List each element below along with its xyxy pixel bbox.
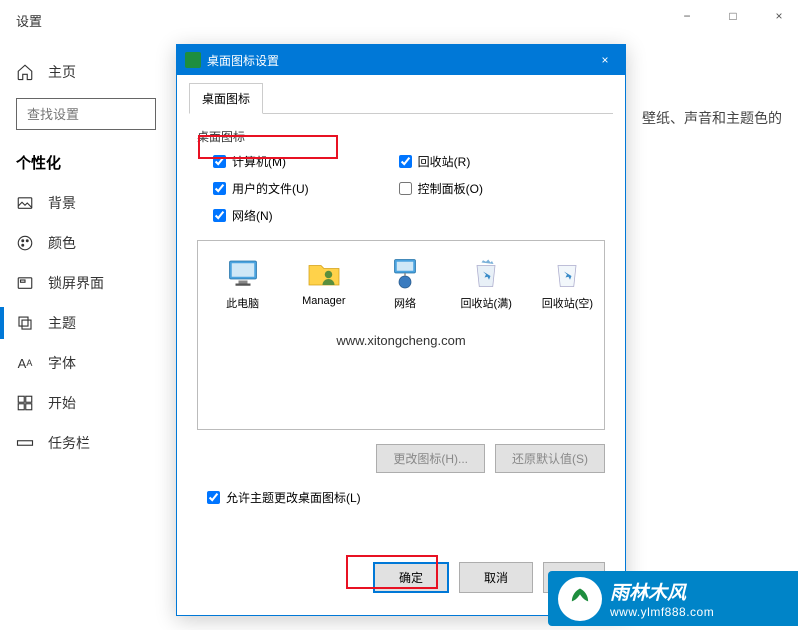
home-label: 主页 (48, 62, 76, 82)
checkbox-controlpanel-input[interactable] (399, 182, 412, 195)
content-text: 壁纸、声音和主题色的 (642, 108, 782, 128)
image-icon (16, 194, 34, 212)
dialog-title: 桌面图标设置 (207, 52, 279, 69)
logo-url-text: www.ylmf888.com (610, 605, 714, 619)
minimize-button[interactable]: − (664, 0, 710, 32)
logo-leaf-icon (558, 577, 602, 621)
home-icon (16, 63, 34, 81)
checkbox-controlpanel[interactable]: 控制面板(O) (399, 180, 483, 197)
checkbox-network[interactable]: 网络(N) (213, 207, 309, 224)
cancel-button[interactable]: 取消 (459, 562, 533, 593)
recyclebin-empty-icon (549, 255, 585, 291)
computer-icon (225, 255, 261, 291)
settings-titlebar: 设置 − □ × (0, 0, 802, 40)
folder-user-icon (306, 255, 342, 291)
checkbox-label: 网络(N) (232, 207, 273, 224)
maximize-button[interactable]: □ (710, 0, 756, 32)
taskbar-icon (16, 434, 34, 452)
lockscreen-icon (16, 274, 34, 292)
section-title: 个性化 (0, 146, 170, 183)
sidebar-item-label: 锁屏界面 (48, 273, 104, 293)
checkbox-network-input[interactable] (213, 209, 226, 222)
icon-recyclebin-empty[interactable]: 回收站(空) (539, 255, 596, 311)
checkbox-userfiles-input[interactable] (213, 182, 226, 195)
dialog-close-button[interactable]: × (585, 45, 625, 75)
icon-label: 回收站(空) (542, 295, 593, 311)
titlebar-controls: − □ × (664, 0, 802, 32)
icon-label: 此电脑 (226, 295, 259, 311)
checkbox-label: 用户的文件(U) (232, 180, 309, 197)
group-label: 桌面图标 (197, 128, 605, 145)
close-button[interactable]: × (756, 0, 802, 32)
checkbox-recyclebin-input[interactable] (399, 155, 412, 168)
sidebar-item-start[interactable]: 开始 (0, 383, 170, 423)
icon-label: 网络 (394, 295, 416, 311)
icon-this-pc[interactable]: 此电脑 (214, 255, 271, 311)
tab-desktop-icons[interactable]: 桌面图标 (189, 83, 263, 114)
checkbox-recyclebin[interactable]: 回收站(R) (399, 153, 483, 170)
settings-title: 设置 (16, 11, 42, 30)
icon-label: Manager (302, 295, 345, 307)
checkbox-label: 回收站(R) (418, 153, 471, 170)
sidebar-item-themes[interactable]: 主题 (0, 303, 170, 343)
search-input[interactable] (27, 107, 145, 122)
dialog-app-icon (185, 52, 201, 68)
icon-recyclebin-full[interactable]: 回收站(满) (458, 255, 515, 311)
search-box[interactable] (16, 98, 156, 130)
icon-action-buttons: 更改图标(H)... 还原默认值(S) (189, 438, 613, 479)
restore-default-button[interactable]: 还原默认值(S) (495, 444, 605, 473)
checkbox-computer[interactable]: 计算机(M) (213, 153, 309, 170)
allow-theme-checkbox[interactable]: 允许主题更改桌面图标(L) (189, 479, 613, 506)
watermark-text: www.xitongcheng.com (336, 333, 465, 348)
desktop-icons-group: 桌面图标 计算机(M) 用户的文件(U) 网络(N) (189, 128, 613, 224)
sidebar: 主页 个性化 背景 颜色 (0, 40, 170, 630)
change-icon-button[interactable]: 更改图标(H)... (376, 444, 485, 473)
checkbox-computer-input[interactable] (213, 155, 226, 168)
desktop-icon-settings-dialog: 桌面图标设置 × 桌面图标 桌面图标 计算机(M) 用户的文件(U) (176, 44, 626, 616)
dialog-body: 桌面图标 桌面图标 计算机(M) 用户的文件(U) 网络(N) (177, 75, 625, 615)
theme-icon (16, 314, 34, 332)
sidebar-item-label: 开始 (48, 393, 76, 413)
icons-preview: 此电脑 Manager 网络 回收站(满) 回收站(空) (197, 240, 605, 430)
sidebar-item-label: 任务栏 (48, 433, 90, 453)
sidebar-item-label: 颜色 (48, 233, 76, 253)
allow-theme-label: 允许主题更改桌面图标(L) (226, 489, 361, 506)
sidebar-home[interactable]: 主页 (0, 52, 170, 92)
tab-header: 桌面图标 (189, 83, 613, 114)
sidebar-item-label: 主题 (48, 313, 76, 333)
palette-icon (16, 234, 34, 252)
icon-network[interactable]: 网络 (376, 255, 433, 311)
checkbox-label: 控制面板(O) (418, 180, 483, 197)
network-icon (387, 255, 423, 291)
ylmf-logo: 雨林木风 www.ylmf888.com (548, 571, 798, 626)
dialog-titlebar[interactable]: 桌面图标设置 × (177, 45, 625, 75)
sidebar-item-taskbar[interactable]: 任务栏 (0, 423, 170, 463)
recyclebin-full-icon (468, 255, 504, 291)
ok-button[interactable]: 确定 (373, 562, 449, 593)
sidebar-item-colors[interactable]: 颜色 (0, 223, 170, 263)
checkbox-grid: 计算机(M) 用户的文件(U) 网络(N) 回收站(R) (197, 153, 605, 224)
sidebar-item-label: 背景 (48, 193, 76, 213)
icon-user-files[interactable]: Manager (295, 255, 352, 311)
sidebar-item-label: 字体 (48, 353, 76, 373)
allow-theme-input[interactable] (207, 491, 220, 504)
checkbox-userfiles[interactable]: 用户的文件(U) (213, 180, 309, 197)
sidebar-item-fonts[interactable]: AA 字体 (0, 343, 170, 383)
checkbox-label: 计算机(M) (232, 153, 286, 170)
sidebar-item-background[interactable]: 背景 (0, 183, 170, 223)
start-icon (16, 394, 34, 412)
icon-label: 回收站(满) (461, 295, 512, 311)
sidebar-item-lockscreen[interactable]: 锁屏界面 (0, 263, 170, 303)
logo-cn-text: 雨林木风 (610, 578, 714, 605)
font-icon: AA (16, 354, 34, 372)
